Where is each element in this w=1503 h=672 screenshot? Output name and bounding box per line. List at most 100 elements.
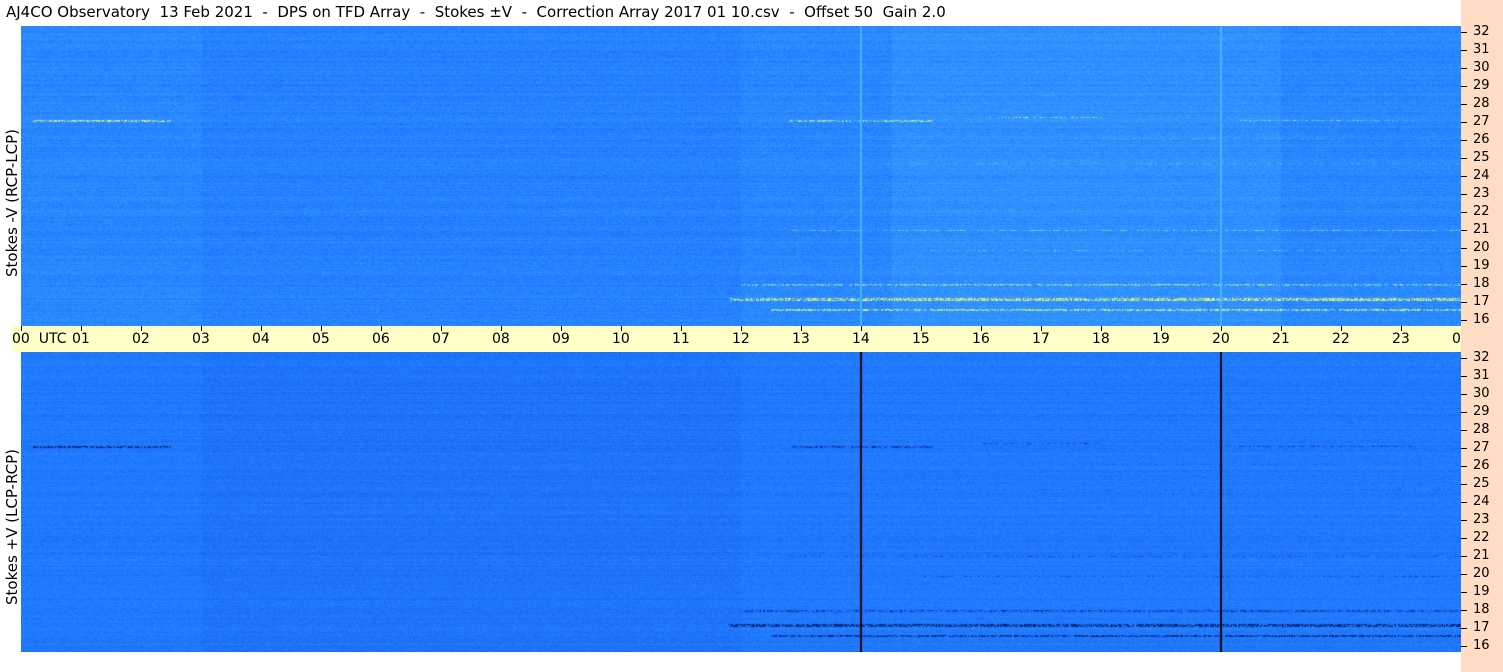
freq-tick-mark — [1461, 610, 1467, 611]
freq-tick-mark — [1461, 484, 1467, 485]
freq-tick-label: 29 — [1473, 404, 1490, 419]
freq-tick-label: 19 — [1473, 584, 1490, 599]
spectrogram-bottom-stokes-plus-v — [21, 352, 1461, 652]
time-tick-label: 04 — [252, 331, 270, 347]
freq-tick-mark — [1461, 248, 1467, 249]
freq-tick-label: 25 — [1473, 150, 1490, 165]
freq-tick-label: 19 — [1473, 258, 1490, 273]
time-tick-label: 19 — [1152, 331, 1170, 347]
time-tick-label: 23 — [1392, 331, 1410, 347]
freq-tick-label: 27 — [1473, 114, 1490, 129]
freq-tick-label: 30 — [1473, 386, 1490, 401]
y-axis-label-top: Stokes -V (RCP-LCP) — [3, 129, 21, 277]
freq-tick-label: 24 — [1473, 168, 1490, 183]
freq-tick-mark — [1461, 358, 1467, 359]
freq-tick-label: 16 — [1473, 638, 1490, 653]
time-tick-label: 06 — [372, 331, 390, 347]
freq-tick-mark — [1461, 86, 1467, 87]
freq-tick-mark — [1461, 592, 1467, 593]
freq-tick-mark — [1461, 176, 1467, 177]
time-tick-label: 21 — [1272, 331, 1290, 347]
time-tick-label: 10 — [612, 331, 630, 347]
freq-tick-label: 20 — [1473, 240, 1490, 255]
freq-tick-label: 26 — [1473, 458, 1490, 473]
freq-tick-mark — [1461, 520, 1467, 521]
freq-tick-mark — [1461, 50, 1467, 51]
time-tick-label: 15 — [912, 331, 930, 347]
freq-tick-mark — [1461, 122, 1467, 123]
freq-tick-label: 23 — [1473, 512, 1490, 527]
freq-tick-label: 30 — [1473, 60, 1490, 75]
time-tick-label: 20 — [1212, 331, 1230, 347]
freq-tick-mark — [1461, 502, 1467, 503]
frequency-axis-top: 32 31 30 29 28 27 26 25 24 23 22 21 20 19 18 17 16 — [1461, 24, 1503, 327]
time-tick-label: 18 — [1092, 331, 1110, 347]
freq-tick-mark — [1461, 448, 1467, 449]
time-tick-label: 05 — [312, 331, 330, 347]
chart-title: AJ4CO Observatory 13 Feb 2021 - DPS on T… — [6, 3, 946, 21]
freq-tick-mark — [1461, 68, 1467, 69]
freq-tick-label: 28 — [1473, 96, 1490, 111]
freq-tick-mark — [1461, 230, 1467, 231]
freq-tick-mark — [1461, 104, 1467, 105]
time-tick-label: 00 UTC — [12, 331, 67, 347]
time-tick-label: 08 — [492, 331, 510, 347]
freq-tick-mark — [1461, 556, 1467, 557]
freq-tick-label: 32 — [1473, 24, 1490, 39]
freq-tick-mark — [1461, 320, 1467, 321]
freq-tick-mark — [1461, 466, 1467, 467]
freq-tick-label: 20 — [1473, 566, 1490, 581]
spectrogram-bottom-canvas — [21, 352, 1461, 652]
freq-tick-mark — [1461, 376, 1467, 377]
freq-tick-mark — [1461, 646, 1467, 647]
time-tick-label: 01 — [72, 331, 90, 347]
freq-tick-mark — [1461, 412, 1467, 413]
freq-tick-label: 22 — [1473, 530, 1490, 545]
freq-tick-label: 18 — [1473, 602, 1490, 617]
time-tick-label: 02 — [132, 331, 150, 347]
freq-tick-mark — [1461, 194, 1467, 195]
time-tick-label: 16 — [972, 331, 990, 347]
freq-tick-label: 25 — [1473, 476, 1490, 491]
time-tick-label: 07 — [432, 331, 450, 347]
y-axis-label-bottom: Stokes +V (LCP-RCP) — [3, 449, 21, 605]
time-tick-label: 17 — [1032, 331, 1050, 347]
freq-tick-mark — [1461, 394, 1467, 395]
time-tick-label: 03 — [192, 331, 210, 347]
time-tick-label: 09 — [552, 331, 570, 347]
freq-tick-mark — [1461, 158, 1467, 159]
time-tick-label: 12 — [732, 331, 750, 347]
freq-tick-label: 24 — [1473, 494, 1490, 509]
time-tick-label: 14 — [852, 331, 870, 347]
freq-tick-label: 22 — [1473, 204, 1490, 219]
freq-tick-mark — [1461, 302, 1467, 303]
freq-tick-label: 32 — [1473, 350, 1490, 365]
freq-tick-label: 21 — [1473, 548, 1490, 563]
time-tick-label: 11 — [672, 331, 690, 347]
freq-tick-label: 16 — [1473, 312, 1490, 327]
freq-tick-label: 31 — [1473, 368, 1490, 383]
utc-time-axis: 00 UTC 01 02 03 04 05 06 07 08 09 10 11 12 13 14 15 16 17… — [12, 326, 1501, 352]
freq-tick-label: 17 — [1473, 620, 1490, 635]
freq-tick-mark — [1461, 266, 1467, 267]
freq-tick-label: 21 — [1473, 222, 1490, 237]
freq-tick-label: 29 — [1473, 78, 1490, 93]
time-tick-label: 13 — [792, 331, 810, 347]
freq-tick-label: 31 — [1473, 42, 1490, 57]
freq-tick-mark — [1461, 538, 1467, 539]
freq-tick-mark — [1461, 212, 1467, 213]
freq-tick-mark — [1461, 430, 1467, 431]
freq-tick-mark — [1461, 574, 1467, 575]
freq-tick-label: 17 — [1473, 294, 1490, 309]
freq-tick-label: 26 — [1473, 132, 1490, 147]
freq-tick-mark — [1461, 284, 1467, 285]
freq-tick-mark — [1461, 628, 1467, 629]
spectrogram-top-stokes-minus-v — [21, 26, 1461, 326]
freq-tick-label: 23 — [1473, 186, 1490, 201]
freq-tick-label: 27 — [1473, 440, 1490, 455]
frequency-axis-bottom: 32 31 30 29 28 27 26 25 24 23 22 21 20 19 18 17 16 — [1461, 350, 1503, 653]
freq-tick-mark — [1461, 32, 1467, 33]
freq-tick-label: 28 — [1473, 422, 1490, 437]
freq-tick-mark — [1461, 140, 1467, 141]
spectrogram-top-canvas — [21, 26, 1461, 326]
